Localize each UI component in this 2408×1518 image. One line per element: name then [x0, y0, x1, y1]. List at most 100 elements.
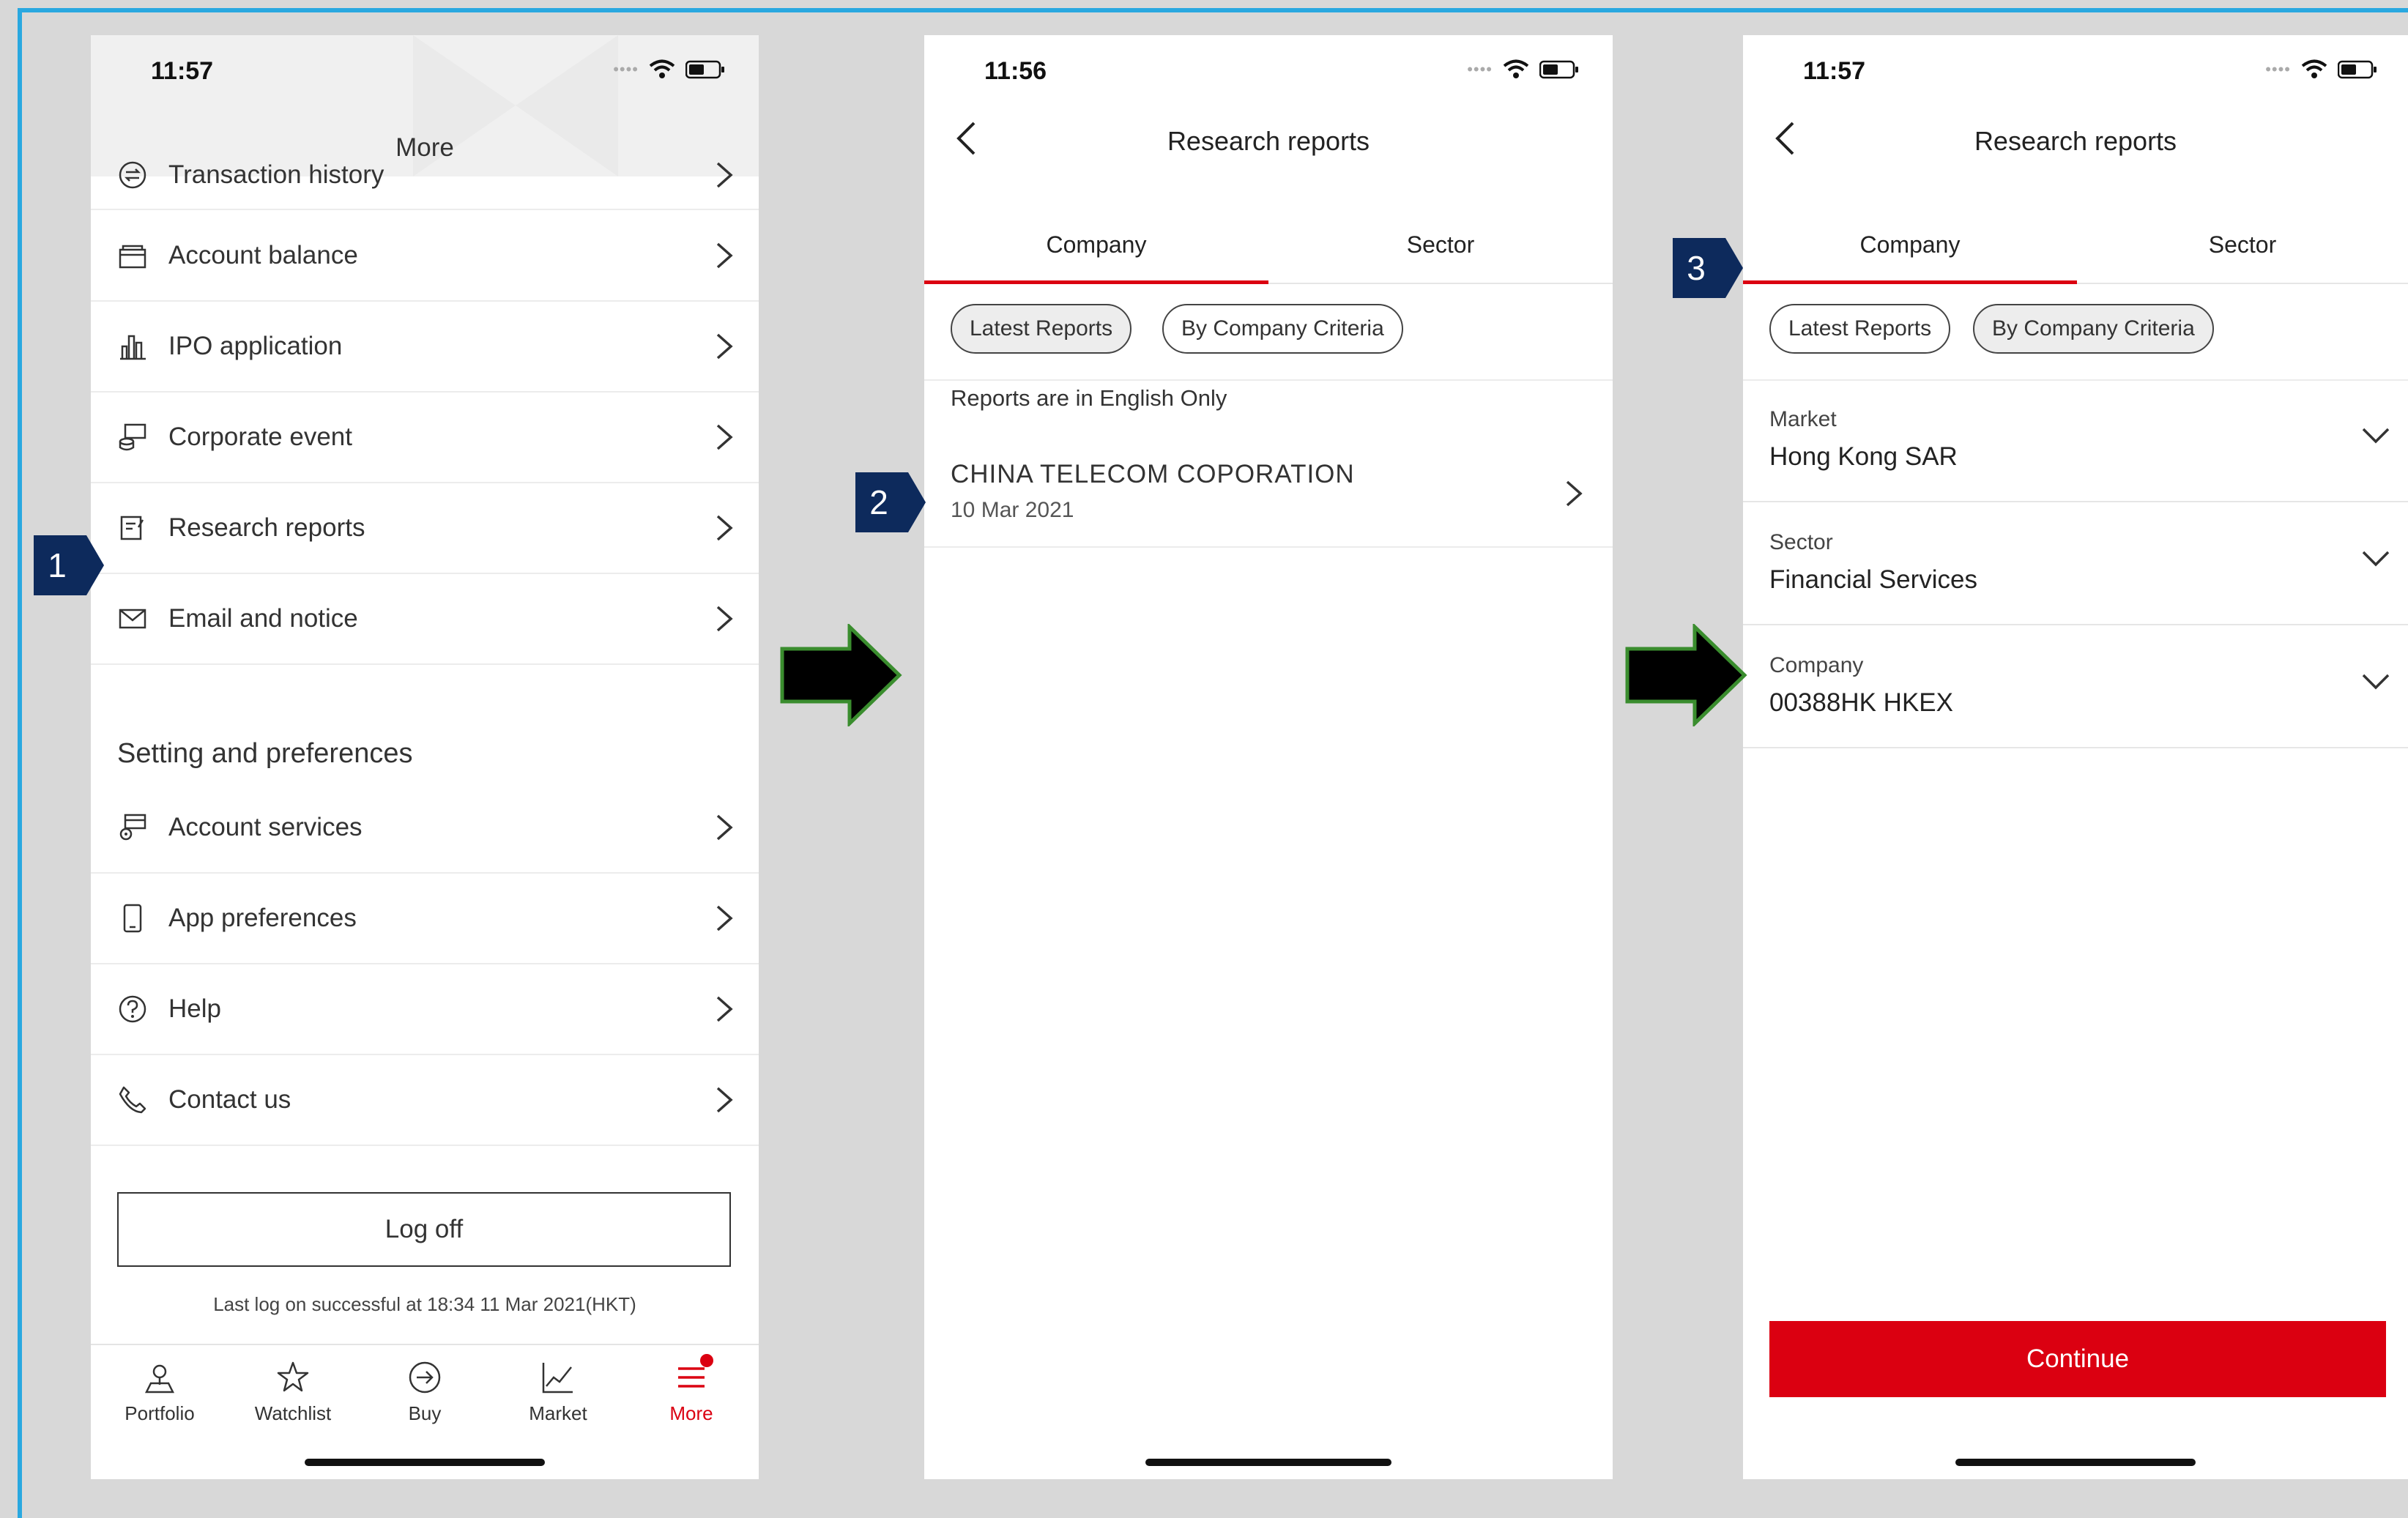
field-value: Financial Services — [1769, 565, 1977, 594]
tab-watchlist[interactable]: Watchlist — [242, 1358, 344, 1425]
signal-icon: •••• — [2265, 60, 2291, 78]
menu-label: Research reports — [168, 513, 365, 542]
tab-portfolio[interactable]: Portfolio — [108, 1358, 211, 1425]
envelope-icon — [117, 603, 148, 634]
menu-label: Account services — [168, 812, 363, 841]
signal-icon: •••• — [1467, 60, 1493, 78]
report-date: 10 Mar 2021 — [951, 498, 1074, 522]
flow-arrow-icon — [1625, 624, 1747, 726]
logoff-button[interactable]: Log off — [117, 1192, 731, 1267]
home-indicator — [305, 1459, 545, 1466]
menu-item-help[interactable]: Help — [91, 964, 759, 1055]
signal-icon: •••• — [613, 60, 639, 78]
exchange-icon — [117, 160, 148, 190]
chevron-right-icon — [716, 333, 733, 359]
report-name: CHINA TELECOM COPORATION — [951, 460, 1355, 488]
tab-sector[interactable]: Sector — [1268, 208, 1613, 281]
tab-label: Buy — [408, 1402, 442, 1424]
step-badge-1: 1 — [34, 535, 104, 595]
home-indicator — [1145, 1459, 1391, 1466]
menu-label: App preferences — [168, 903, 357, 932]
field-label: Sector — [1769, 530, 1833, 554]
line-chart-icon — [539, 1358, 577, 1396]
status-time: 11:56 — [984, 57, 1047, 85]
flow-arrow-icon — [780, 624, 902, 726]
chip-by-company-criteria[interactable]: By Company Criteria — [1973, 304, 2214, 354]
tab-company[interactable]: Company — [924, 208, 1268, 281]
step-number: 2 — [869, 483, 888, 521]
phone-research-reports-latest: 11:56 •••• Research reports Company Sect… — [924, 35, 1613, 1479]
menu-item-ipo-application[interactable]: IPO application — [91, 301, 759, 392]
chip-latest-reports[interactable]: Latest Reports — [1769, 304, 1951, 354]
battery-icon — [685, 60, 725, 79]
menu-label: Transaction history — [168, 160, 384, 189]
phone-research-reports-criteria: 11:57 •••• Research reports Company Sect… — [1743, 35, 2408, 1479]
chevron-right-icon — [716, 515, 733, 540]
field-label: Market — [1769, 407, 1837, 431]
menu-item-account-services[interactable]: Account services — [91, 782, 759, 874]
report-list-item[interactable]: CHINA TELECOM COPORATION 10 Mar 2021 — [924, 445, 1613, 548]
page-title: Research reports — [1974, 126, 2177, 156]
wifi-icon — [2301, 59, 2327, 80]
battery-icon — [1539, 60, 1579, 79]
report-tabs: Company Sector — [924, 208, 1613, 284]
last-log-text: Last log on successful at 18:34 11 Mar 2… — [213, 1293, 636, 1315]
market-dropdown[interactable]: Market Hong Kong SAR — [1743, 379, 2408, 502]
tab-market[interactable]: Market — [507, 1358, 609, 1425]
chip-by-company-criteria[interactable]: By Company Criteria — [1162, 304, 1403, 354]
menu-item-app-preferences[interactable]: App preferences — [91, 873, 759, 964]
status-icons: •••• — [1467, 59, 1579, 81]
portfolio-icon — [141, 1358, 179, 1396]
step-number: 1 — [48, 546, 67, 584]
arrow-circle-icon — [406, 1358, 444, 1396]
chevron-right-icon — [716, 905, 733, 931]
wifi-icon — [1503, 59, 1529, 80]
tab-company[interactable]: Company — [1743, 208, 2077, 281]
menu-label: Corporate event — [168, 422, 352, 451]
chevron-right-icon — [716, 242, 733, 268]
menu-item-email-and-notice[interactable]: Email and notice — [91, 573, 759, 665]
section-title-settings: Setting and preferences — [117, 738, 413, 769]
continue-button[interactable]: Continue — [1769, 1321, 2386, 1397]
step-badge-2: 2 — [855, 472, 926, 532]
status-icons: •••• — [2265, 59, 2377, 81]
tab-label: More — [669, 1402, 713, 1424]
step-number: 3 — [1687, 249, 1706, 287]
menu-item-account-balance[interactable]: Account balance — [91, 210, 759, 302]
star-icon — [274, 1358, 312, 1396]
battery-icon — [2338, 60, 2377, 79]
filter-chips: Latest Reports By Company Criteria — [1743, 284, 2408, 381]
chevron-right-icon — [716, 606, 733, 631]
status-time: 11:57 — [151, 57, 214, 85]
sector-dropdown[interactable]: Sector Financial Services — [1743, 502, 2408, 625]
filter-chips: Latest Reports By Company Criteria — [924, 284, 1613, 381]
phone-icon — [117, 903, 148, 934]
menu-item-transaction-history[interactable]: Transaction history — [91, 141, 759, 210]
menu-icon — [672, 1354, 713, 1396]
tab-sector[interactable]: Sector — [2077, 208, 2408, 281]
coins-icon — [117, 422, 148, 453]
menu-item-contact-us[interactable]: Contact us — [91, 1054, 759, 1146]
status-time: 11:57 — [1803, 57, 1866, 85]
menu-label: IPO application — [168, 331, 343, 360]
chevron-down-icon — [2362, 428, 2390, 444]
report-tabs: Company Sector — [1743, 208, 2408, 284]
menu-item-research-reports[interactable]: Research reports — [91, 483, 759, 574]
tab-more[interactable]: More — [640, 1354, 743, 1425]
chip-latest-reports[interactable]: Latest Reports — [951, 304, 1132, 354]
tab-label: Market — [529, 1402, 587, 1424]
frame-border-left — [18, 8, 22, 1518]
chevron-down-icon — [2362, 674, 2390, 690]
company-dropdown[interactable]: Company 00388HK HKEX — [1743, 625, 2408, 748]
account-services-icon — [117, 812, 148, 843]
chevron-down-icon — [2362, 551, 2390, 567]
wifi-icon — [649, 59, 675, 80]
telephone-icon — [117, 1084, 148, 1115]
menu-label: Account balance — [168, 240, 358, 269]
tab-buy[interactable]: Buy — [374, 1358, 476, 1425]
chevron-right-icon — [1566, 480, 1583, 507]
chevron-right-icon — [716, 1087, 733, 1112]
chevron-right-icon — [716, 162, 733, 188]
menu-item-corporate-event[interactable]: Corporate event — [91, 392, 759, 483]
page-title: Research reports — [1167, 126, 1370, 156]
